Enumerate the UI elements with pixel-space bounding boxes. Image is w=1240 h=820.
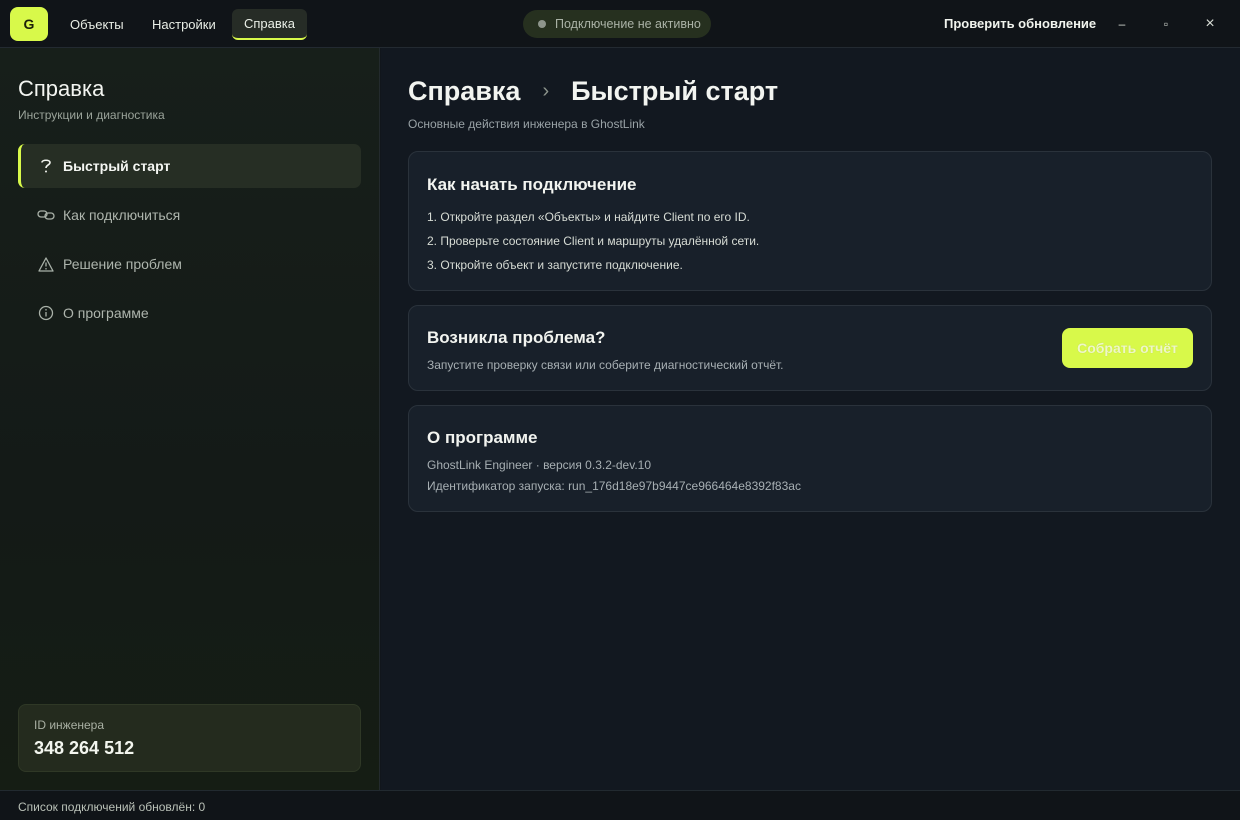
warning-icon <box>36 254 56 274</box>
chevron-right-icon: › <box>542 80 550 102</box>
collect-report-button[interactable]: Собрать отчёт <box>1062 328 1193 368</box>
engineer-id-card: ID инженера 348 264 512 <box>18 704 361 772</box>
status-dot-icon <box>538 20 546 28</box>
step-item: 2. Проверьте состояние Client и маршруты… <box>427 234 760 248</box>
connection-status-badge: Подключение не активно <box>523 10 711 38</box>
step-item: 3. Откройте объект и запустите подключен… <box>427 258 683 272</box>
question-icon <box>36 156 56 176</box>
card-description: Запустите проверку связи или соберите ди… <box>427 358 784 372</box>
link-icon <box>36 205 56 225</box>
card-title: О программе <box>427 428 538 447</box>
sidebar-item-about[interactable]: О программе <box>18 291 361 335</box>
page-title: Быстрый старт <box>571 76 779 106</box>
sidebar-subtitle: Инструкции и диагностика <box>18 108 165 122</box>
status-bar: Список подключений обновлён: 0 <box>0 790 1240 820</box>
about-card: О программе GhostLink Engineer · версия … <box>408 405 1212 512</box>
sidebar-item-label: Решение проблем <box>63 256 182 272</box>
app-logo: G <box>10 7 48 41</box>
breadcrumb: Справка › Быстрый старт <box>408 76 778 107</box>
tab-objects[interactable]: Объекты <box>58 9 136 40</box>
sidebar-item-how-to-connect[interactable]: Как подключиться <box>18 193 361 237</box>
maximize-icon[interactable]: ▫ <box>1154 12 1178 36</box>
step-item: 1. Откройте раздел «Объекты» и найдите C… <box>427 210 750 224</box>
close-icon[interactable]: × <box>1198 12 1222 36</box>
sidebar-item-label: Как подключиться <box>63 207 181 223</box>
card-title: Как начать подключение <box>427 175 637 194</box>
sidebar-item-troubleshooting[interactable]: Решение проблем <box>18 242 361 286</box>
sidebar-title: Справка <box>18 76 105 101</box>
problem-card: Возникла проблема? Запустите проверку св… <box>408 305 1212 391</box>
engineer-id-label: ID инженера <box>34 718 105 732</box>
version-text: GhostLink Engineer · версия 0.3.2-dev.10 <box>427 458 652 472</box>
title-bar: G Объекты Настройки Справка Подключение … <box>0 0 1240 48</box>
connection-status-text: Подключение не активно <box>555 17 701 31</box>
sidebar-item-label: Быстрый старт <box>63 158 171 174</box>
breadcrumb-root[interactable]: Справка <box>408 76 520 107</box>
quick-start-card: Как начать подключение 1. Откройте разде… <box>408 151 1212 291</box>
sidebar-item-label: О программе <box>63 305 149 321</box>
card-title: Возникла проблема? <box>427 328 606 347</box>
page-subtitle: Основные действия инженера в GhostLink <box>408 117 645 131</box>
engineer-id-value: 348 264 512 <box>34 738 135 758</box>
run-id-text: Идентификатор запуска: run_176d18e97b944… <box>427 479 801 493</box>
status-bar-text: Список подключений обновлён: 0 <box>18 800 206 814</box>
tab-help[interactable]: Справка <box>232 9 307 40</box>
sidebar-item-quick-start[interactable]: Быстрый старт <box>18 144 361 188</box>
minimize-icon[interactable]: – <box>1110 12 1134 36</box>
tab-settings[interactable]: Настройки <box>140 9 228 40</box>
main-content: Справка › Быстрый старт Основные действи… <box>381 48 1240 790</box>
check-update-button[interactable]: Проверить обновление <box>944 16 1096 31</box>
info-icon <box>36 303 56 323</box>
sidebar: Справка Инструкции и диагностика Быстрый… <box>0 48 380 790</box>
